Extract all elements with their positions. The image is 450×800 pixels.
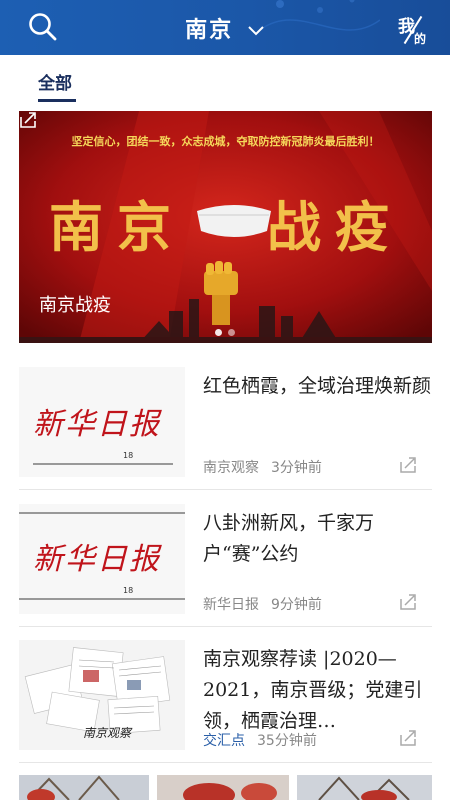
news-title: 八卦洲新风，千家万户“赛”公约 [203,512,375,565]
next-item-images[interactable] [19,775,432,800]
share-icon[interactable] [399,456,417,474]
thumb-divider [19,512,185,514]
banner-headline-right: 战疫 [267,195,403,259]
share-icon[interactable] [19,111,37,129]
category-tabs: 全部 [0,55,450,107]
news-meta: 交汇点 35分钟前 [203,730,317,750]
carousel-dot [228,329,235,336]
news-time: 35分钟前 [257,733,317,749]
news-source: 新华日报 [203,597,259,613]
profile-button[interactable]: 我 的 [398,8,438,48]
carousel-indicator [215,321,241,340]
banner-carousel[interactable]: 坚定信心，团结一致，众志成城，夺取防控新冠肺炎最后胜利！ 南京 战疫 南京战疫 [19,111,432,343]
thumb-masthead: 新华日报 [33,407,161,442]
chevron-down-icon [248,26,264,36]
news-time: 9分钟前 [271,597,322,613]
news-item[interactable]: 新华日报 18 红色栖霞，全域治理焕新颜 南京观察 3分钟前 [0,353,450,489]
thumb-page-number: 18 [123,451,134,460]
news-thumbnail: 新华日报 18 [19,504,185,614]
city-selector[interactable]: 南京 [0,12,450,44]
banner-headline-left: 南京 [49,195,185,259]
city-label: 南京 [185,18,234,43]
news-thumbnail: 新华日报 18 [19,367,185,477]
news-time: 3分钟前 [271,460,322,476]
share-icon[interactable] [399,729,417,747]
banner-caption: 南京战疫 [39,295,111,316]
news-title: 红色栖霞，全域治理焕新颜 [203,375,432,397]
share-icon[interactable] [399,593,417,611]
news-source: 交汇点 [203,733,245,749]
news-source: 南京观察 [203,460,259,476]
carousel-dot [215,329,222,336]
top-bar: 南京 我 的 [0,0,450,55]
list-divider [19,762,432,763]
profile-label-bottom: 的 [414,32,427,46]
thumb-masthead: 南京观察 [83,726,132,740]
thumb-divider [19,598,185,600]
tab-active-indicator [38,99,76,102]
news-thumbnail: 南京观察 [19,640,185,750]
news-item[interactable]: 南京观察 南京观察荐读 |2020—2021，南京晋级；党建引领，栖霞治理… 交… [0,626,450,762]
thumb-masthead: 新华日报 [33,542,161,577]
thumb-page-number: 18 [123,586,134,595]
news-meta: 南京观察 3分钟前 [203,457,322,477]
thumb-divider [33,463,173,465]
tab-all[interactable]: 全部 [38,69,72,94]
news-title: 南京观察荐读 |2020—2021，南京晋级；党建引领，栖霞治理… [203,648,423,732]
profile-label-top: 我 [398,17,415,37]
banner-slogan: 坚定信心，团结一致，众志成城，夺取防控新冠肺炎最后胜利！ [71,135,380,148]
photo-strip-image [19,775,432,800]
news-meta: 新华日报 9分钟前 [203,594,322,614]
news-item[interactable]: 新华日报 18 八卦洲新风，千家万户“赛”公约 新华日报 9分钟前 [0,490,450,626]
